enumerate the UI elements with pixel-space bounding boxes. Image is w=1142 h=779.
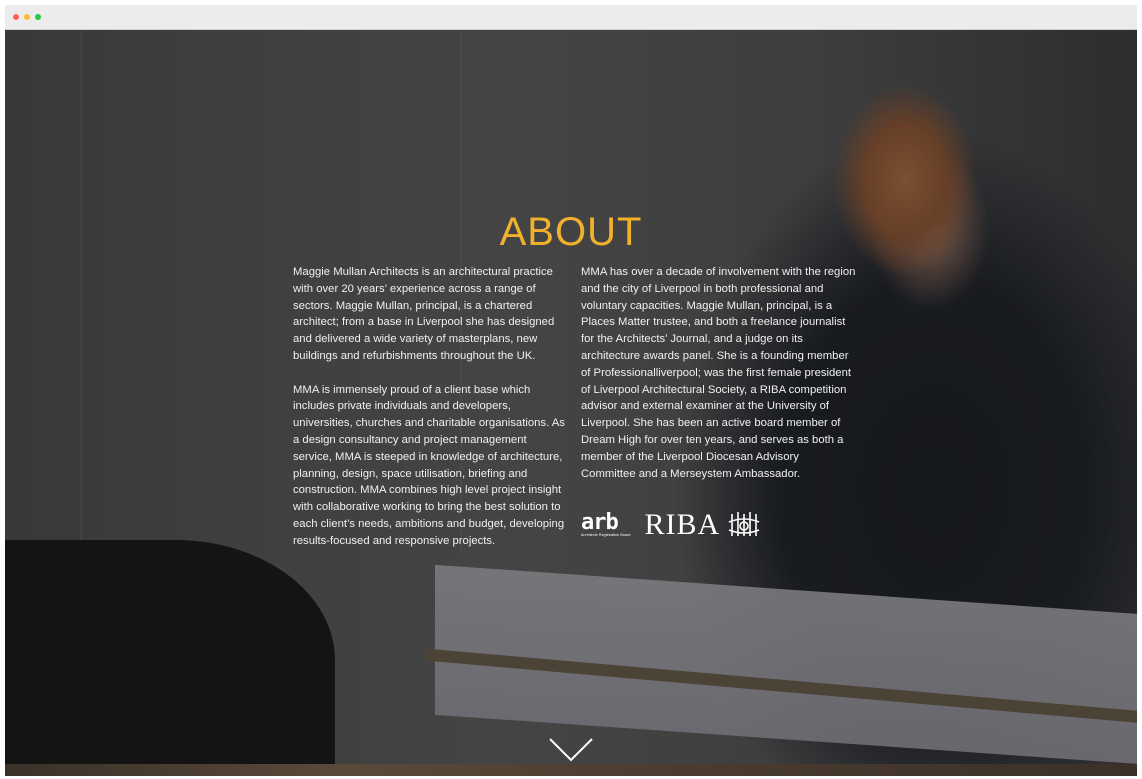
riba-logo-word: RIBA — [644, 508, 721, 541]
about-paragraph: MMA is immensely proud of a client base … — [293, 383, 565, 547]
riba-crest-icon — [728, 512, 760, 536]
accreditation-logos: arb Architects Registration Board RIBA — [581, 508, 762, 542]
about-left-column: Maggie Mullan Architects is an architect… — [293, 264, 568, 566]
arb-logo-word: arb — [581, 509, 619, 535]
browser-window: ABOUT Maggie Mullan Architects is an arc… — [5, 5, 1137, 776]
about-paragraph: MMA has over a decade of involvement wit… — [581, 266, 856, 480]
minimize-window-button[interactable] — [24, 14, 30, 20]
arb-logo: arb Architects Registration Board — [581, 509, 631, 538]
window-titlebar — [5, 5, 1137, 30]
arb-logo-subtitle: Architects Registration Board — [581, 532, 631, 537]
chevron-down-icon[interactable] — [547, 736, 595, 764]
section-title: ABOUT — [499, 210, 643, 254]
next-section-preview — [5, 764, 1137, 776]
about-hero-section: ABOUT Maggie Mullan Architects is an arc… — [5, 30, 1137, 764]
dark-overlay — [5, 30, 1137, 764]
close-window-button[interactable] — [13, 14, 19, 20]
maximize-window-button[interactable] — [35, 14, 41, 20]
about-right-column: MMA has over a decade of involvement wit… — [581, 264, 856, 499]
about-paragraph: Maggie Mullan Architects is an architect… — [293, 266, 555, 362]
